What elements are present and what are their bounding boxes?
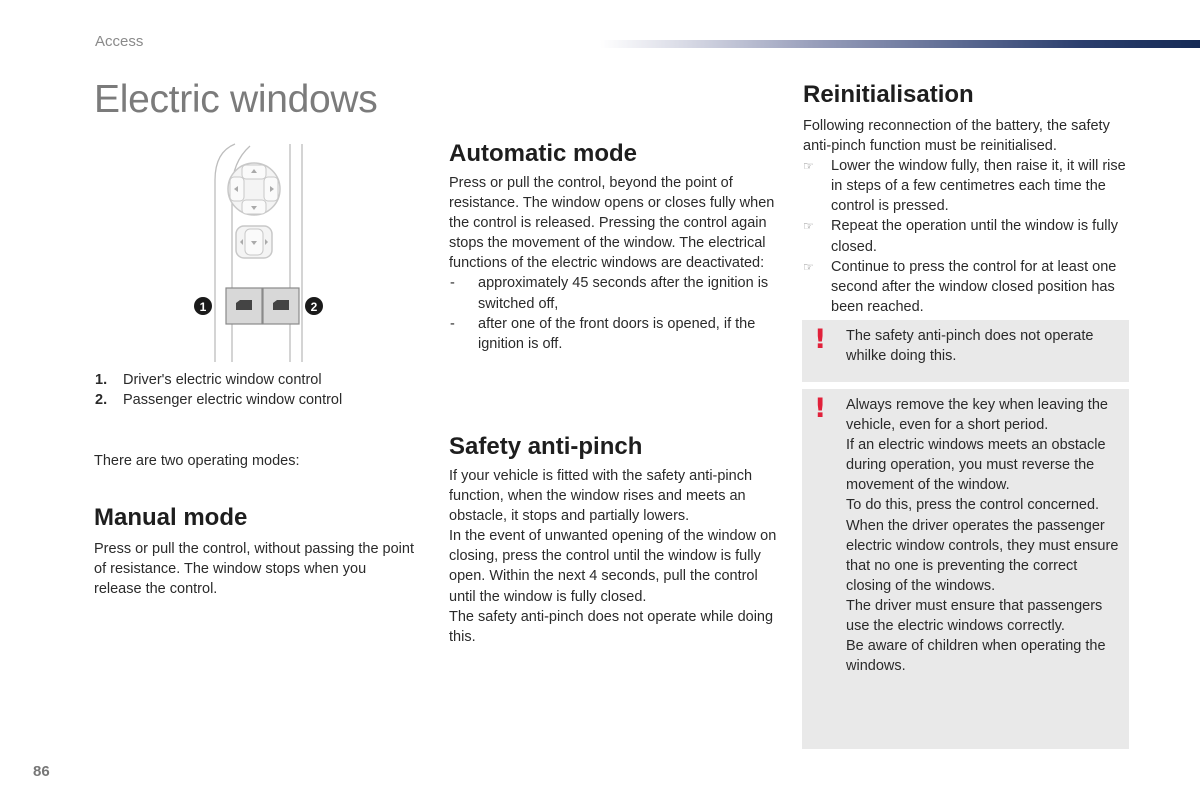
warning-text: To do this, press the control concerned. bbox=[846, 497, 1100, 514]
warning-exclamation-icon: ! bbox=[814, 393, 827, 424]
automatic-mode-body: Press or pull the control, beyond the po… bbox=[449, 175, 775, 272]
legend-item: 2. Passenger electric window control bbox=[95, 390, 342, 410]
legend-label: Driver's electric window control bbox=[123, 372, 322, 388]
mirror-selector-icon bbox=[235, 225, 273, 259]
legend-item: 1. Driver's electric window control bbox=[95, 370, 342, 390]
safety-anti-pinch-section: Safety anti-pinch If your vehicle is fit… bbox=[449, 432, 784, 647]
warning-text: The driver must ensure that passengers u… bbox=[846, 597, 1103, 635]
passenger-window-switch bbox=[262, 287, 300, 325]
warning-box: ! The safety anti-pinch does not operate… bbox=[802, 320, 1129, 382]
dash-bullet: - bbox=[450, 315, 455, 332]
step-item: ☞ Continue to press the control for at l… bbox=[803, 257, 1133, 317]
section-label: Access bbox=[95, 33, 144, 50]
paragraph: The safety anti-pinch does not operate w… bbox=[449, 608, 774, 645]
warning-text: When the driver operates the passenger e… bbox=[846, 517, 1119, 594]
safety-anti-pinch-heading: Safety anti-pinch bbox=[449, 433, 643, 460]
page-title: Electric windows bbox=[94, 78, 378, 121]
list-item: - after one of the front doors is opened… bbox=[449, 314, 784, 354]
legend-label: Passenger electric window control bbox=[123, 392, 343, 409]
intro-text: There are two operating modes: bbox=[94, 453, 300, 469]
dash-bullet: - bbox=[450, 275, 455, 292]
manual-mode-body: Press or pull the control, without passi… bbox=[94, 541, 414, 598]
illustration-legend: 1. Driver's electric window control 2. P… bbox=[95, 370, 342, 410]
warning-text: Always remove the key when leaving the v… bbox=[846, 397, 1108, 434]
automatic-mode-heading: Automatic mode bbox=[449, 140, 638, 167]
automatic-mode-section: Automatic mode Press or pull the control… bbox=[449, 139, 784, 354]
step-text: Lower the window fully, then raise it, i… bbox=[831, 158, 1126, 215]
reinitialisation-heading: Reinitialisation bbox=[803, 81, 974, 108]
warning-text: If an electric windows meets an obstacle… bbox=[846, 437, 1106, 494]
mirror-adjuster-icon bbox=[227, 162, 281, 216]
list-item-text: approximately 45 seconds after the ignit… bbox=[478, 275, 769, 312]
driver-window-switch bbox=[225, 287, 263, 325]
paragraph: In the event of unwanted opening of the … bbox=[449, 528, 777, 605]
manual-mode-section: Manual mode Press or pull the control, w… bbox=[94, 503, 414, 599]
callout-2: 2 bbox=[305, 297, 323, 315]
callout-1: 1 bbox=[194, 297, 212, 315]
step-item: ☞ Repeat the operation until the window … bbox=[803, 216, 1133, 256]
manual-mode-heading: Manual mode bbox=[94, 504, 248, 531]
pointing-hand-icon: ☞ bbox=[803, 219, 814, 234]
step-text: Repeat the operation until the window is… bbox=[831, 218, 1118, 255]
legend-number: 1. bbox=[95, 372, 108, 388]
warning-text: The safety anti-pinch does not operate w… bbox=[846, 328, 1094, 365]
warning-exclamation-icon: ! bbox=[814, 324, 827, 355]
pointing-hand-icon: ☞ bbox=[803, 159, 814, 174]
window-controls-illustration: 1 2 bbox=[190, 140, 330, 365]
page-number: 86 bbox=[33, 763, 50, 780]
svg-text:1: 1 bbox=[200, 300, 207, 314]
step-text: Continue to press the control for at lea… bbox=[831, 258, 1117, 315]
warning-box: ! Always remove the key when leaving the… bbox=[802, 389, 1129, 749]
header-accent-bar bbox=[600, 40, 1200, 48]
svg-text:2: 2 bbox=[311, 300, 318, 314]
reinitialisation-section: Reinitialisation Following reconnection … bbox=[803, 80, 1133, 317]
paragraph: If your vehicle is fitted with the safet… bbox=[449, 468, 753, 525]
reinitialisation-body: Following reconnection of the battery, t… bbox=[803, 118, 1110, 155]
step-item: ☞ Lower the window fully, then raise it,… bbox=[803, 156, 1133, 216]
list-item-text: after one of the front doors is opened, … bbox=[478, 315, 756, 352]
warning-text: Be aware of children when operating the … bbox=[846, 638, 1106, 675]
pointing-hand-icon: ☞ bbox=[803, 259, 814, 274]
list-item: - approximately 45 seconds after the ign… bbox=[449, 273, 784, 313]
legend-number: 2. bbox=[95, 392, 108, 409]
